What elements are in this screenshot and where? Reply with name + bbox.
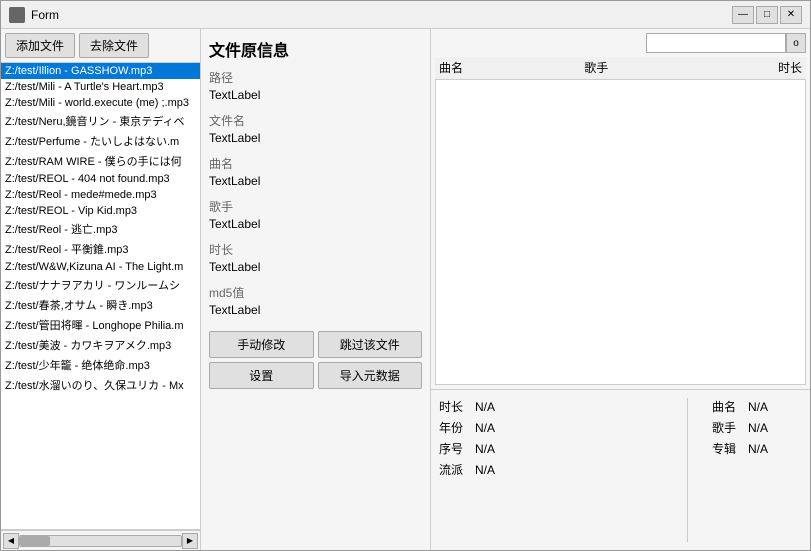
action-row-1: 手动修改 跳过该文件 — [209, 331, 422, 358]
file-toolbar: 添加文件 去除文件 — [1, 29, 200, 63]
list-item[interactable]: Z:/test/Mili - world.execute (me) ;.mp3 — [1, 95, 200, 111]
title-bar: Form — □ ✕ — [1, 1, 810, 29]
list-item[interactable]: Z:/test/W&W,Kizuna AI - The Light.m — [1, 259, 200, 275]
left-panel: 添加文件 去除文件 Z:/test/Illion - GASSHOW.mp3Z:… — [1, 29, 201, 550]
meta-year-val: N/A — [475, 421, 495, 435]
title-bar-left: Form — [9, 7, 59, 23]
divider-vertical — [687, 398, 688, 542]
path-value: TextLabel — [209, 88, 422, 104]
meta-title-key: 曲名 — [712, 398, 740, 415]
meta-genre-val: N/A — [475, 463, 495, 477]
meta-artist-key: 歌手 — [712, 419, 740, 436]
list-item[interactable]: Z:/test/少年籠 - 绝体绝命.mp3 — [1, 355, 200, 375]
scrollbar-thumb — [20, 536, 50, 546]
duration-label: 时长 — [209, 241, 422, 258]
table-header: 曲名 歌手 时长 — [435, 57, 806, 79]
list-item[interactable]: Z:/test/美波 - カワキヲアメク.mp3 — [1, 335, 200, 355]
artist-value: TextLabel — [209, 217, 422, 233]
artist-label: 歌手 — [209, 198, 422, 215]
list-item[interactable]: Z:/test/REOL - Vip Kid.mp3 — [1, 203, 200, 219]
list-item[interactable]: Z:/test/Perfume - たいしよはない.m — [1, 131, 200, 151]
meta-left: 时长 N/A 年份 N/A 序号 N/A 流派 N/A — [439, 398, 663, 542]
list-item[interactable]: Z:/test/REOL - 404 not found.mp3 — [1, 171, 200, 187]
meta-title-val: N/A — [748, 400, 768, 414]
song-label: 曲名 — [209, 155, 422, 172]
middle-panel: 文件原信息 路径 TextLabel 文件名 TextLabel 曲名 Text… — [201, 29, 431, 550]
meta-album-key: 专辑 — [712, 440, 740, 457]
main-window: Form — □ ✕ 添加文件 去除文件 Z:/test/Illion - GA… — [0, 0, 811, 551]
close-button[interactable]: ✕ — [780, 6, 802, 24]
meta-tracknum-row: 序号 N/A — [439, 440, 663, 457]
meta-tracknum-key: 序号 — [439, 440, 467, 457]
song-value: TextLabel — [209, 174, 422, 190]
md5-value: TextLabel — [209, 303, 422, 319]
meta-duration-key: 时长 — [439, 398, 467, 415]
search-input[interactable] — [646, 33, 786, 53]
app-icon — [9, 7, 25, 23]
list-item[interactable]: Z:/test/春茶,オサム - 瞬き.mp3 — [1, 295, 200, 315]
right-top: o 曲名 歌手 时长 — [431, 29, 810, 390]
list-item[interactable]: Z:/test/管田将暉 - Longhope Philia.m — [1, 315, 200, 335]
list-item[interactable]: Z:/test/Illion - GASSHOW.mp3 — [1, 63, 200, 79]
filename-label: 文件名 — [209, 112, 422, 129]
main-content: 添加文件 去除文件 Z:/test/Illion - GASSHOW.mp3Z:… — [1, 29, 810, 550]
minimize-button[interactable]: — — [732, 6, 754, 24]
scrollbar-area: ◀ ▶ — [1, 530, 200, 550]
action-row-2: 设置 导入元数据 — [209, 362, 422, 389]
list-item[interactable]: Z:/test/ナナヲアカリ - ワンルームシ — [1, 275, 200, 295]
search-button[interactable]: o — [786, 33, 806, 53]
middle-actions: 手动修改 跳过该文件 设置 导入元数据 — [209, 331, 422, 389]
path-label: 路径 — [209, 69, 422, 86]
add-file-button[interactable]: 添加文件 — [5, 33, 75, 58]
import-meta-button[interactable]: 导入元数据 — [318, 362, 423, 389]
meta-artist-row: 歌手 N/A — [712, 419, 802, 436]
col-header-duration: 时长 — [729, 59, 802, 76]
middle-panel-title: 文件原信息 — [209, 37, 422, 61]
meta-album-val: N/A — [748, 442, 768, 456]
list-item[interactable]: Z:/test/Reol - 平衡錐.mp3 — [1, 239, 200, 259]
col-header-title: 曲名 — [439, 59, 584, 76]
meta-right: 曲名 N/A 歌手 N/A 专辑 N/A — [712, 398, 802, 542]
scroll-left-arrow[interactable]: ◀ — [3, 533, 19, 549]
scrollbar-track[interactable] — [19, 535, 182, 547]
meta-year-row: 年份 N/A — [439, 419, 663, 436]
list-item[interactable]: Z:/test/水溜いのり、久保ユリカ - Mx — [1, 375, 200, 395]
maximize-button[interactable]: □ — [756, 6, 778, 24]
md5-label: md5值 — [209, 284, 422, 301]
meta-genre-row: 流派 N/A — [439, 461, 663, 478]
meta-title-row: 曲名 N/A — [712, 398, 802, 415]
meta-artist-val: N/A — [748, 421, 768, 435]
skip-file-button[interactable]: 跳过该文件 — [318, 331, 423, 358]
meta-genre-key: 流派 — [439, 461, 467, 478]
window-controls: — □ ✕ — [732, 6, 802, 24]
file-list[interactable]: Z:/test/Illion - GASSHOW.mp3Z:/test/Mili… — [1, 63, 200, 530]
meta-album-row: 专辑 N/A — [712, 440, 802, 457]
table-area[interactable] — [435, 79, 806, 385]
filename-value: TextLabel — [209, 131, 422, 147]
remove-file-button[interactable]: 去除文件 — [79, 33, 149, 58]
right-bottom: 时长 N/A 年份 N/A 序号 N/A 流派 N/A — [431, 390, 810, 550]
meta-duration-row: 时长 N/A — [439, 398, 663, 415]
list-item[interactable]: Z:/test/Reol - 逃亡.mp3 — [1, 219, 200, 239]
scroll-right-arrow[interactable]: ▶ — [182, 533, 198, 549]
meta-tracknum-val: N/A — [475, 442, 495, 456]
meta-duration-val: N/A — [475, 400, 495, 414]
list-item[interactable]: Z:/test/Mili - A Turtle's Heart.mp3 — [1, 79, 200, 95]
right-panel: o 曲名 歌手 时长 时长 N/A 年份 — [431, 29, 810, 550]
list-item[interactable]: Z:/test/RAM WIRE - 僕らの手には何 — [1, 151, 200, 171]
meta-year-key: 年份 — [439, 419, 467, 436]
list-item[interactable]: Z:/test/Neru,鏡音リン - 東京テディベ — [1, 111, 200, 131]
list-item[interactable]: Z:/test/Reol - mede#mede.mp3 — [1, 187, 200, 203]
settings-button[interactable]: 设置 — [209, 362, 314, 389]
col-header-artist: 歌手 — [584, 59, 729, 76]
window-title: Form — [31, 8, 59, 22]
manual-edit-button[interactable]: 手动修改 — [209, 331, 314, 358]
duration-value: TextLabel — [209, 260, 422, 276]
search-area: o — [435, 33, 806, 53]
